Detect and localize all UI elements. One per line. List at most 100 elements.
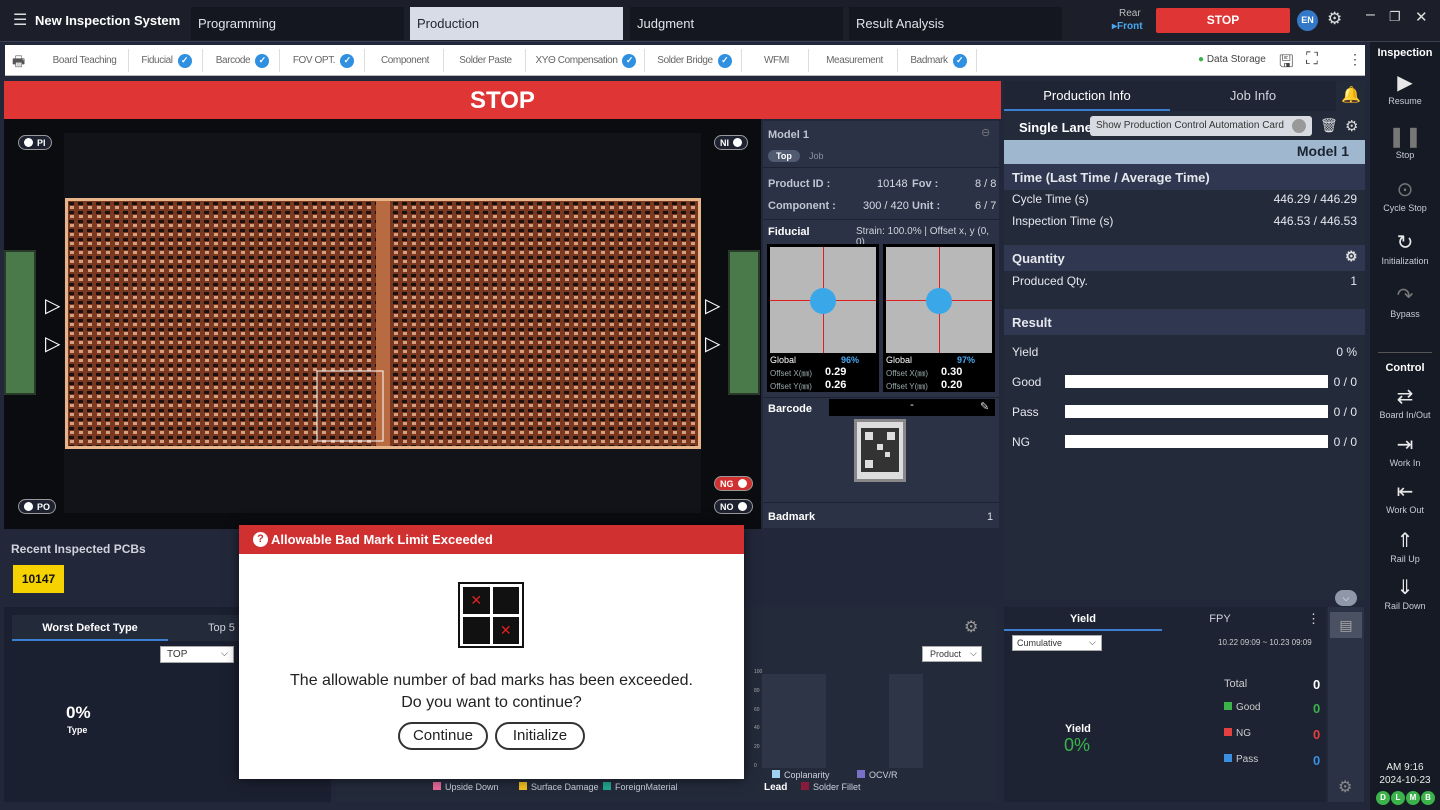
- toolbar-solder-paste[interactable]: Solder Paste: [446, 49, 526, 72]
- board-inout-button[interactable]: ⇄ Board In/Out: [1370, 384, 1440, 420]
- more-icon[interactable]: ⋮: [1348, 51, 1362, 68]
- collapse-icon[interactable]: ⊖: [981, 126, 990, 139]
- rail-up-label: Rail Up: [1390, 554, 1420, 564]
- close-icon[interactable]: ✕: [1415, 8, 1428, 26]
- save-icon[interactable]: 🖫: [1279, 49, 1293, 78]
- toolbar-board-teaching[interactable]: Board Teaching: [41, 49, 129, 72]
- offset-x-value: 0.29: [825, 366, 847, 378]
- fiducial-mark: [926, 288, 952, 314]
- toolbar-badmark[interactable]: Badmark ✓: [901, 49, 977, 72]
- screenshot-icon[interactable]: ⛶: [1306, 49, 1318, 69]
- bypass-icon: ↷: [1396, 285, 1414, 307]
- legend-label: ForeignMaterial: [615, 782, 678, 792]
- work-in-button[interactable]: ⇥ Work In: [1370, 432, 1440, 468]
- rail-down-button[interactable]: ⇓ Rail Down: [1370, 575, 1440, 611]
- po-toggle[interactable]: PO: [18, 499, 57, 514]
- side-top-toggle[interactable]: Top: [768, 150, 800, 162]
- tab-top5[interactable]: Top 5 W: [168, 615, 248, 660]
- pi-toggle[interactable]: PI: [18, 135, 52, 150]
- global-label: Global: [770, 355, 797, 365]
- cycle-stop-button[interactable]: ⊙ Cycle Stop: [1370, 177, 1440, 213]
- legend-swatch: [603, 782, 611, 790]
- offset-y-label: Offset Y(㎜): [770, 382, 812, 391]
- toolbar-barcode[interactable]: Barcode ✓: [206, 49, 280, 72]
- tab-label: Production Info: [1043, 88, 1131, 103]
- toolbar-xy-compensation[interactable]: XYΘ Compensation ✓: [528, 49, 645, 72]
- edit-icon[interactable]: ✎: [980, 400, 989, 413]
- fov-value: 8 / 8: [975, 178, 997, 190]
- tab-production-info[interactable]: Production Info: [1004, 81, 1170, 111]
- stop-sidebar-button[interactable]: ❚❚ Stop: [1370, 124, 1440, 160]
- cycle-time-value: 446.29 / 446.29: [1273, 192, 1357, 206]
- tab-judgment[interactable]: Judgment: [630, 7, 843, 40]
- fiducial-image-2[interactable]: Global 97% Offset X(㎜) 0.30 Offset Y(㎜) …: [883, 244, 995, 392]
- component-value: 300 / 420: [863, 200, 909, 212]
- tab-job-info[interactable]: Job Info: [1170, 81, 1336, 111]
- defect-type-label: Type: [67, 725, 88, 735]
- toggle-knob: [24, 502, 33, 511]
- work-out-icon: ⇤: [1396, 481, 1414, 503]
- product-select[interactable]: Product ⌵: [922, 646, 982, 662]
- rail-up-button[interactable]: ⇑ Rail Up: [1370, 528, 1440, 564]
- chevron-down-icon: ⌵: [970, 648, 977, 658]
- side-select[interactable]: TOP ⌵: [160, 646, 234, 663]
- toolbar-wfmi[interactable]: WFMI: [745, 49, 809, 72]
- qr-code-icon: [861, 428, 899, 472]
- recent-pcb-item[interactable]: 10147: [13, 565, 64, 593]
- settings-icon[interactable]: ⚙: [1327, 9, 1342, 29]
- range-select[interactable]: Cumulative ⌵: [1012, 635, 1102, 651]
- toolbar-measurement[interactable]: Measurement: [812, 49, 898, 72]
- print-icon[interactable]: 🖶: [12, 51, 25, 75]
- chevron-down-icon[interactable]: ⌵: [1335, 590, 1357, 606]
- toolbar-fiducial[interactable]: Fiducial ✓: [131, 49, 203, 72]
- legend-swatch: [772, 770, 780, 778]
- stop-button[interactable]: STOP: [1156, 8, 1290, 33]
- continue-button[interactable]: Continue: [398, 722, 488, 750]
- no-toggle[interactable]: NO: [714, 499, 753, 514]
- gear-icon[interactable]: ⚙: [964, 617, 978, 637]
- ng-legend: NG: [1224, 728, 1251, 739]
- ni-toggle[interactable]: NI: [714, 135, 748, 150]
- resume-button[interactable]: ▶ Resume: [1370, 70, 1440, 106]
- tab-production[interactable]: Production: [410, 7, 623, 40]
- bypass-button[interactable]: ↷ Bypass: [1370, 283, 1440, 319]
- pcb-pattern: [68, 201, 698, 446]
- side-job-toggle[interactable]: Job: [809, 151, 824, 161]
- yield-panel: Yield FPY ⋮ Cumulative ⌵ 10.22 09:09 ~ 10…: [1004, 607, 1326, 802]
- minimize-icon[interactable]: –: [1366, 6, 1375, 24]
- resume-label: Resume: [1388, 96, 1422, 106]
- trash-icon[interactable]: 🗑: [1320, 117, 1338, 134]
- tab-programming[interactable]: Programming: [191, 7, 404, 40]
- bad-mark-dialog: ? Allowable Bad Mark Limit Exceeded ✕ ✕ …: [239, 525, 744, 779]
- gear-icon[interactable]: ⚙: [1345, 248, 1358, 265]
- initialize-button[interactable]: Initialize: [495, 722, 585, 750]
- active-tab-indicator: [1004, 109, 1170, 111]
- ng-toggle[interactable]: NG: [714, 476, 753, 491]
- language-button[interactable]: EN: [1297, 10, 1318, 31]
- work-out-button[interactable]: ⇤ Work Out: [1370, 479, 1440, 515]
- fov-label: Fov :: [912, 178, 939, 190]
- bell-icon[interactable]: 🔔: [1341, 85, 1361, 105]
- gear-icon[interactable]: ⚙: [1338, 777, 1352, 797]
- toolbar-component[interactable]: Component: [367, 49, 444, 72]
- automation-card-toggle[interactable]: Show Production Control Automation Card: [1090, 116, 1312, 136]
- tab-worst-defect[interactable]: Worst Defect Type: [12, 615, 168, 641]
- tab-fpy[interactable]: FPY: [1162, 607, 1278, 631]
- fiducial-image-1[interactable]: Global 96% Offset X(㎜) 0.29 Offset Y(㎜) …: [767, 244, 879, 392]
- chart-icon[interactable]: ▤: [1330, 612, 1362, 638]
- more-icon[interactable]: ⋮: [1307, 611, 1320, 627]
- pass-label: Pass: [1012, 405, 1039, 419]
- tab-yield[interactable]: Yield: [1004, 607, 1162, 631]
- toolbar-solder-bridge[interactable]: Solder Bridge ✓: [648, 49, 742, 72]
- model-header: Model 1: [1004, 140, 1365, 164]
- arrow-right-icon: ▷: [705, 295, 721, 317]
- tab-result-analysis[interactable]: Result Analysis: [849, 7, 1062, 40]
- check-icon: ✓: [717, 53, 732, 68]
- pass-count: 0: [1313, 753, 1321, 768]
- menu-icon[interactable]: ☰: [13, 10, 27, 30]
- toolbar-fov-opt[interactable]: FOV OPT. ✓: [283, 49, 365, 72]
- stop-label: Stop: [1395, 150, 1415, 160]
- initialization-button[interactable]: ↻ Initialization: [1370, 230, 1440, 266]
- gear-icon[interactable]: ⚙: [1345, 117, 1358, 135]
- maximize-icon[interactable]: ❐: [1389, 9, 1401, 25]
